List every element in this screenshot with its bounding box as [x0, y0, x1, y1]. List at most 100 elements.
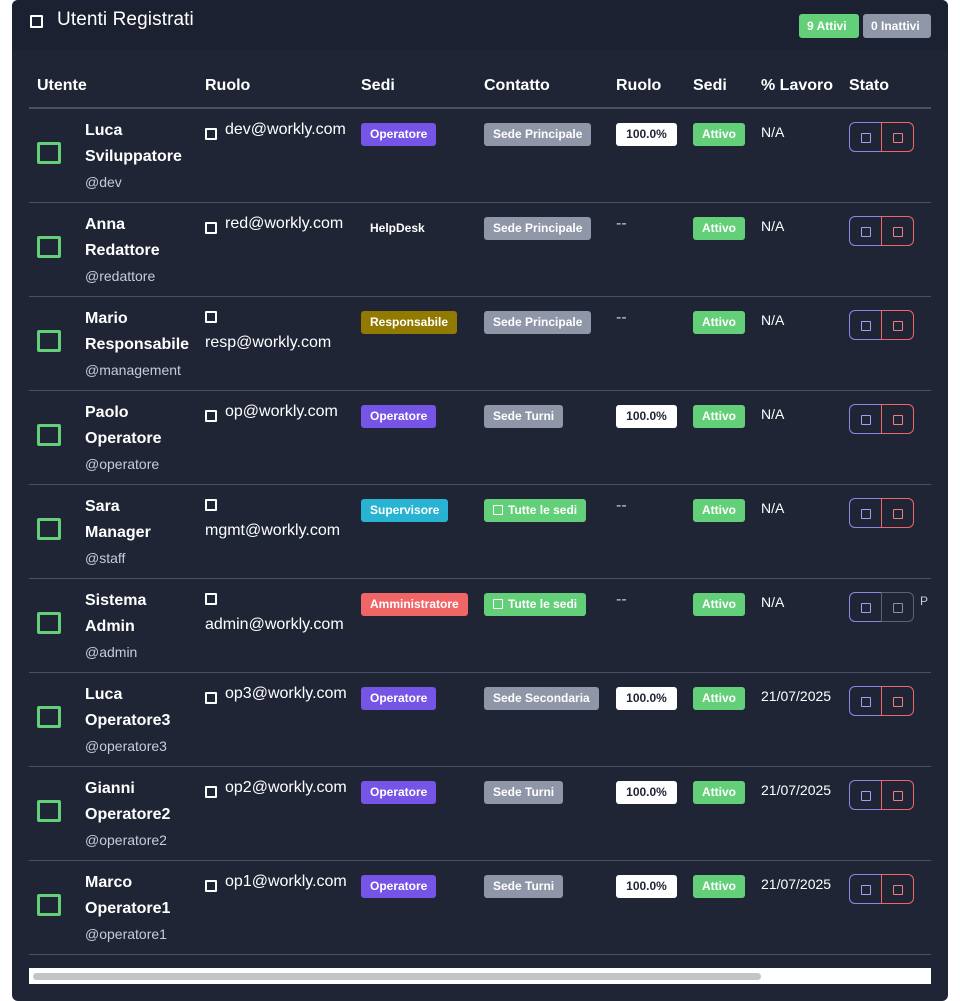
work-percentage: --	[616, 497, 627, 514]
user-username: @dev	[85, 174, 122, 190]
edit-user-button[interactable]	[849, 498, 882, 528]
role-badge: Operatore	[361, 781, 437, 804]
user-email: op@workly.com	[225, 403, 338, 420]
horizontal-scrollbar[interactable]	[29, 968, 931, 984]
delete-icon	[893, 227, 903, 237]
column-header-sedi-2[interactable]: Sedi	[693, 77, 727, 95]
row-actions	[849, 592, 916, 622]
status-badge: Attivo	[693, 123, 745, 146]
row-actions	[849, 498, 916, 528]
delete-user-button[interactable]	[881, 122, 914, 152]
work-percentage: --	[616, 309, 627, 326]
status-badge: Attivo	[693, 217, 745, 240]
user-username: @operatore2	[85, 832, 167, 848]
column-header-sedi[interactable]: Sedi	[361, 77, 395, 95]
user-first-name: Sara	[85, 498, 120, 515]
row-actions	[849, 874, 916, 904]
column-header-contatto[interactable]: Contatto	[484, 77, 550, 95]
sede-badge: Sede Principale	[484, 123, 592, 146]
edit-user-button[interactable]	[849, 310, 882, 340]
sede-label: Sede Principale	[493, 315, 583, 329]
user-last-name: Operatore	[85, 430, 162, 447]
edit-icon	[861, 603, 871, 613]
building-icon	[493, 505, 503, 515]
user-avatar-icon	[37, 800, 61, 822]
edit-user-button[interactable]	[849, 686, 882, 716]
user-avatar-icon	[37, 424, 61, 446]
delete-user-button[interactable]	[881, 686, 914, 716]
work-percentage: 100.0%	[616, 781, 677, 804]
users-icon	[30, 15, 43, 28]
sede-label: Sede Principale	[493, 127, 583, 141]
column-header-lavoro[interactable]: % Lavoro	[761, 77, 833, 95]
user-email: resp@workly.com	[205, 334, 332, 351]
row-actions	[849, 310, 916, 340]
edit-icon	[861, 321, 871, 331]
column-header-ruolo[interactable]: Ruolo	[205, 77, 250, 95]
sede-badge: Sede Turni	[484, 875, 564, 898]
user-username: @management	[85, 362, 181, 378]
user-email: red@workly.com	[225, 215, 344, 232]
table-row: Sara Manager @staff mgmt@workly.com Supe…	[29, 485, 931, 579]
work-percentage: 100.0%	[616, 405, 677, 428]
delete-user-button[interactable]	[881, 780, 914, 810]
hire-date: N/A	[761, 406, 785, 422]
edit-user-button[interactable]	[849, 404, 882, 434]
page-title: Utenti Registrati	[57, 9, 194, 30]
delete-user-button[interactable]	[881, 592, 914, 622]
table-row: Paolo Operatore @operatore op@workly.com…	[29, 391, 931, 485]
column-header-stato[interactable]: Stato	[849, 77, 889, 95]
column-header-utente[interactable]: Utente	[37, 77, 87, 95]
hire-date: 21/07/2025	[761, 782, 832, 798]
user-username: @redattore	[85, 268, 156, 284]
hire-date: 21/07/2025	[761, 876, 832, 892]
email-icon	[205, 499, 217, 511]
user-last-name: Operatore3	[85, 712, 171, 729]
hire-date: N/A	[761, 124, 785, 140]
edit-user-button[interactable]	[849, 122, 882, 152]
work-percentage: --	[616, 591, 627, 608]
delete-user-button[interactable]	[881, 404, 914, 434]
delete-icon	[893, 321, 903, 331]
hire-date: N/A	[761, 500, 785, 516]
edit-user-button[interactable]	[849, 780, 882, 810]
user-email: op3@workly.com	[225, 685, 347, 702]
user-last-name: Operatore1	[85, 900, 171, 917]
delete-icon	[893, 603, 903, 613]
edit-user-button[interactable]	[849, 592, 882, 622]
user-avatar-icon	[37, 894, 61, 916]
edit-user-button[interactable]	[849, 216, 882, 246]
edit-icon	[861, 415, 871, 425]
user-avatar-icon	[37, 330, 61, 352]
user-first-name: Gianni	[85, 780, 135, 797]
scrollbar-thumb[interactable]	[33, 973, 761, 980]
table-row: Gianni Operatore2 @operatore2 op2@workly…	[29, 767, 931, 861]
user-email: op1@workly.com	[225, 873, 347, 890]
email-icon	[205, 222, 217, 234]
row-actions	[849, 122, 916, 152]
column-header-ruolo-2[interactable]: Ruolo	[616, 77, 661, 95]
role-badge: Amministratore	[361, 593, 468, 616]
delete-user-button[interactable]	[881, 310, 914, 340]
hire-date: N/A	[761, 594, 785, 610]
sede-label: Sede Turni	[493, 879, 555, 893]
status-badge: Attivo	[693, 593, 745, 616]
email-icon	[205, 692, 217, 704]
user-email: admin@workly.com	[205, 616, 344, 633]
building-icon	[493, 599, 503, 609]
table-row: Luca Operatore3 @operatore3 op3@workly.c…	[29, 673, 931, 767]
delete-user-button[interactable]	[881, 216, 914, 246]
role-badge: Operatore	[361, 405, 437, 428]
delete-icon	[893, 133, 903, 143]
overflow-peek-text: P	[920, 594, 929, 608]
edit-user-button[interactable]	[849, 874, 882, 904]
sede-label: Sede Turni	[493, 409, 555, 423]
user-last-name: Responsabile	[85, 336, 190, 353]
status-badge: Attivo	[693, 875, 745, 898]
work-percentage: --	[616, 215, 627, 232]
table-row: Luca Sviluppatore @dev dev@workly.com Op…	[29, 109, 931, 203]
delete-user-button[interactable]	[881, 874, 914, 904]
user-avatar-icon	[37, 612, 61, 634]
delete-user-button[interactable]	[881, 498, 914, 528]
role-badge: Supervisore	[361, 499, 449, 522]
